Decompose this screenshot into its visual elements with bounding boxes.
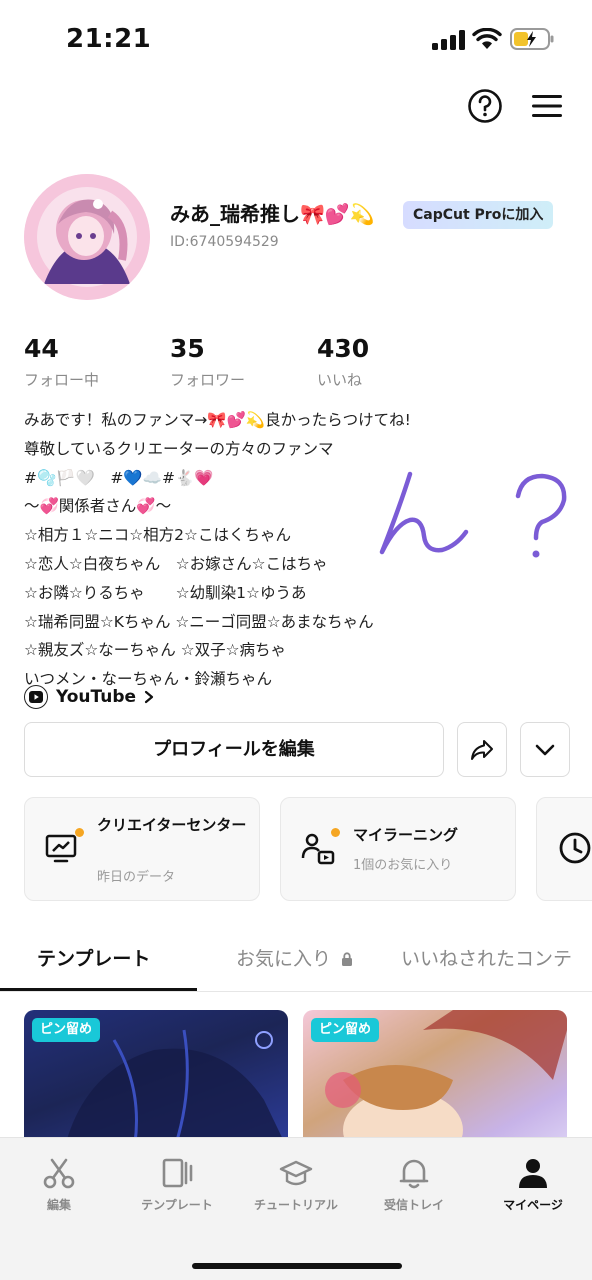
- nav-templates-label: テンプレート: [141, 1198, 213, 1212]
- likes-count: 430: [317, 334, 370, 363]
- nav-my-page[interactable]: マイページ: [474, 1138, 592, 1228]
- followers-count: 35: [170, 334, 205, 363]
- top-toolbar: [0, 88, 592, 128]
- bio-line: みあです！私のファンマ→🎀💕💫良かったらつけてね!: [24, 411, 411, 429]
- chevron-down-icon: [535, 744, 555, 755]
- nav-templates[interactable]: テンプレート: [118, 1138, 236, 1228]
- share-icon: [471, 739, 493, 760]
- creator-center-title: クリエイターセンター: [97, 816, 247, 834]
- nav-tutorials-label: チュートリアル: [254, 1198, 338, 1212]
- bio-line: ☆瑞希同盟☆Kちゃん ☆ニーゴ同盟☆あまなちゃん: [24, 612, 374, 631]
- tab-templates-label: テンプレート: [37, 948, 151, 970]
- following-count: 44: [24, 334, 59, 363]
- notification-dot: [331, 828, 340, 837]
- wifi-icon: [472, 28, 502, 49]
- user-id: ID:6740594529: [170, 234, 279, 250]
- scissors-icon: [43, 1158, 75, 1189]
- bell-icon: [399, 1159, 429, 1189]
- share-button[interactable]: [457, 722, 507, 777]
- avatar-illustration: [24, 174, 150, 300]
- nav-edit-label: 編集: [46, 1198, 71, 1212]
- capcut-pro-badge[interactable]: CapCut Proに加入: [403, 201, 554, 229]
- creator-center-subtitle: 昨日のデータ: [97, 870, 176, 885]
- my-learning-title: マイラーニング: [353, 826, 459, 844]
- bottom-navigation: 編集 テンプレート チュートリアル 受信トレイ マイページ: [0, 1137, 592, 1280]
- status-bar: 21:21: [0, 0, 592, 80]
- nav-inbox-label: 受信トレイ: [383, 1198, 444, 1212]
- tab-favorites-label: お気に入り: [236, 948, 332, 970]
- creator-center-card[interactable]: クリエイターセンター 昨日のデータ: [24, 797, 260, 901]
- home-indicator[interactable]: [192, 1263, 402, 1269]
- graduation-cap-icon: [279, 1160, 313, 1186]
- stat-likes[interactable]: 430 いいね: [317, 334, 369, 390]
- my-learning-subtitle: 1個のお気に入り: [353, 858, 453, 873]
- content-tabs: テンプレート お気に入り いいねされたコンテ: [0, 930, 592, 992]
- battery-icon: [510, 28, 554, 50]
- template-icon: [162, 1158, 193, 1188]
- tab-liked-label: いいねされたコンテ: [401, 948, 573, 970]
- lock-icon: [342, 952, 353, 966]
- active-tab-indicator: [0, 988, 197, 991]
- following-label: フォロー中: [24, 371, 100, 389]
- tab-templates[interactable]: テンプレート: [37, 944, 150, 971]
- chevron-right-icon: [144, 690, 154, 704]
- more-options-button[interactable]: [520, 722, 570, 777]
- youtube-link[interactable]: YouTube: [24, 683, 156, 711]
- tab-favorites[interactable]: お気に入り: [236, 944, 353, 971]
- youtube-icon: [24, 685, 48, 709]
- menu-icon[interactable]: [530, 90, 564, 122]
- history-card[interactable]: [536, 797, 592, 901]
- template-thumbnail[interactable]: ピン留め: [303, 1010, 567, 1150]
- cellular-signal-icon: [432, 30, 465, 50]
- handwritten-annotation: [379, 471, 567, 558]
- clock-icon: [559, 832, 591, 864]
- username: みあ_瑞希推し🎀💕💫: [170, 202, 375, 226]
- help-icon[interactable]: [467, 88, 503, 124]
- pinned-badge: ピン留め: [32, 1018, 101, 1042]
- template-thumbnail[interactable]: ピン留め: [24, 1010, 288, 1150]
- stat-following[interactable]: 44 フォロー中: [24, 334, 99, 390]
- nav-edit[interactable]: 編集: [0, 1138, 118, 1228]
- likes-label: いいね: [317, 371, 363, 389]
- youtube-label: YouTube: [56, 687, 137, 707]
- profile-stats: 44 フォロー中 35 フォロワー 430 いいね: [24, 334, 584, 394]
- nav-my-page-label: マイページ: [503, 1198, 563, 1212]
- status-time: 21:21: [66, 24, 152, 54]
- nav-tutorials[interactable]: チュートリアル: [237, 1138, 355, 1228]
- pinned-badge: ピン留め: [311, 1018, 380, 1042]
- person-icon: [519, 1159, 547, 1188]
- my-learning-card[interactable]: マイラーニング 1個のお気に入り: [280, 797, 516, 901]
- stat-followers[interactable]: 35 フォロワー: [170, 334, 245, 390]
- notification-dot: [75, 828, 84, 837]
- tab-liked[interactable]: いいねされたコンテ: [401, 944, 572, 971]
- bio-line: ☆親友ズ☆なーちゃん ☆双子☆病ちゃ: [24, 641, 287, 660]
- bio-line: ☆お隣☆りるちゃ ☆幼馴染1☆ゆうあ: [24, 583, 307, 602]
- nav-inbox[interactable]: 受信トレイ: [355, 1138, 473, 1228]
- edit-profile-button[interactable]: プロフィールを編集: [24, 722, 444, 777]
- avatar[interactable]: [24, 174, 150, 300]
- bio-line: 尊敬しているクリエーターの方々のファンマ: [24, 439, 334, 458]
- followers-label: フォロワー: [170, 371, 246, 389]
